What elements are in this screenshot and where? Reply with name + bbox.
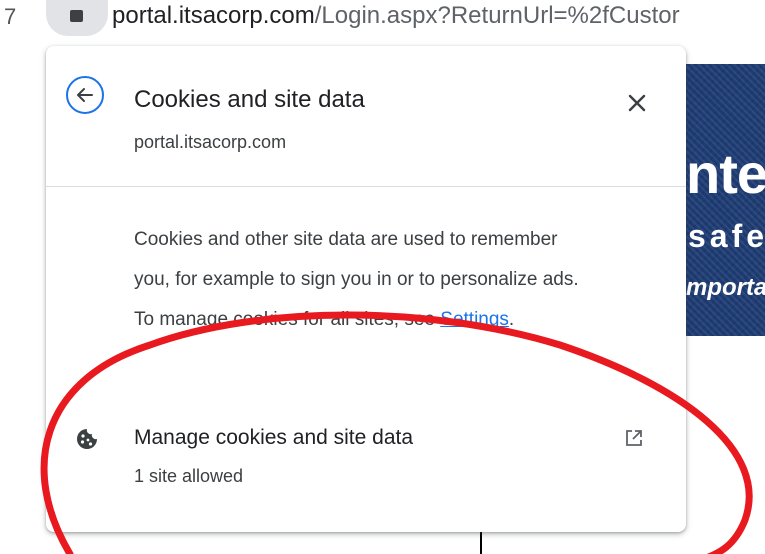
sites-allowed-count: 1 site allowed [134, 466, 244, 486]
manage-cookies-row[interactable]: Manage cookies and site data 1 site allo… [66, 412, 666, 492]
settings-link[interactable]: Settings [440, 309, 509, 330]
cookie-icon [77, 429, 97, 449]
address-bar: 7 portal.itsacorp.com/Login.aspx?ReturnU… [0, 0, 765, 38]
open-in-new-icon [626, 430, 642, 446]
arrow-back-icon [77, 88, 93, 102]
close-icon [628, 94, 646, 112]
site-info-button[interactable] [46, 0, 108, 36]
back-button[interactable] [66, 76, 104, 114]
site-banner: nte safe mporta [686, 64, 765, 336]
header-divider [46, 186, 686, 187]
left-edge-glyph: 7 [4, 4, 17, 29]
close-button[interactable] [624, 90, 650, 116]
manage-cookies-label: Manage cookies and site data [134, 426, 414, 449]
popup-site: portal.itsacorp.com [134, 132, 287, 152]
site-info-icon [70, 10, 83, 22]
cookies-popup: Cookies and site data portal.itsacorp.co… [46, 46, 686, 532]
banner-line-1: nte [686, 142, 765, 205]
banner-line-3: mporta [686, 274, 765, 301]
url-path: /Login.aspx?ReturnUrl=%2fCustor [314, 2, 680, 29]
banner-line-2: safe [688, 218, 765, 254]
description-end: . [508, 309, 515, 330]
cookies-description: Cookies and other site data are used to … [134, 220, 594, 340]
url-host: portal.itsacorp.com [112, 2, 315, 29]
popup-title: Cookies and site data [134, 86, 365, 113]
url-text[interactable]: portal.itsacorp.com/Login.aspx?ReturnUrl… [112, 2, 680, 30]
